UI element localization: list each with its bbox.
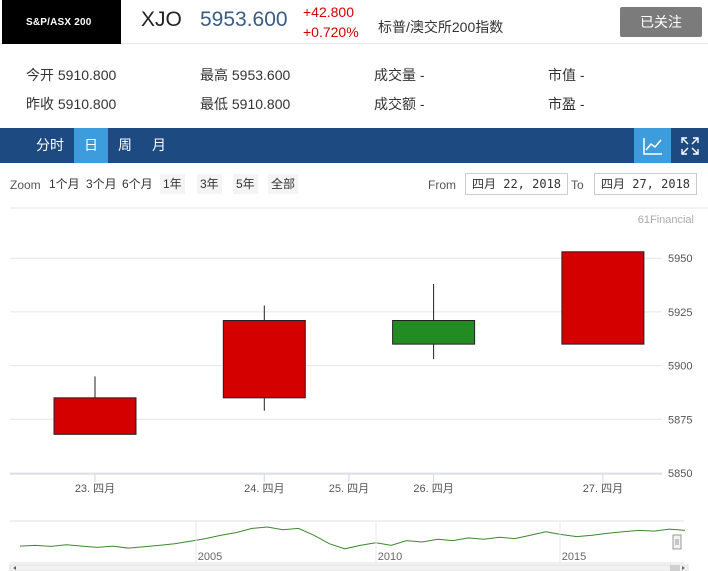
- navigator-label: 2010: [378, 551, 402, 563]
- y-tick-label: 5850: [668, 468, 692, 480]
- zoom-all-button[interactable]: 全部: [268, 174, 299, 194]
- stat-high: 最高 5953.600: [200, 67, 291, 83]
- zoom-3m-button[interactable]: 3个月: [83, 174, 120, 194]
- to-label: To: [571, 178, 584, 192]
- x-tick-label: 24. 四月: [244, 483, 284, 495]
- navigator-handle: [672, 534, 682, 550]
- quote-stats: 今开 5910.800 昨收 5910.800 最高 5953.600 最低 5…: [0, 44, 708, 128]
- follow-button[interactable]: 已关注: [620, 7, 702, 37]
- price-change-pct: +0.720%: [303, 24, 359, 40]
- candle-body: [561, 251, 645, 345]
- candle-body: [222, 320, 306, 399]
- chart-credit: 61Financial: [638, 214, 694, 226]
- navigator-label: 2015: [562, 551, 586, 563]
- stat-prev-close: 昨收 5910.800: [26, 96, 117, 112]
- stat-market-cap: 市值 -: [548, 67, 585, 83]
- stat-turnover: 成交额 -: [374, 96, 425, 112]
- zoom-5y-button[interactable]: 5年: [233, 174, 258, 194]
- candlestick-chart[interactable]: 5850 5875 5900 5925 5950 61Financial 23. 四月 24.…: [0, 205, 708, 571]
- from-date-input[interactable]: 四月 22, 2018: [465, 173, 569, 195]
- candle-body: [53, 397, 137, 435]
- zoom-6m-button[interactable]: 6个月: [119, 174, 156, 194]
- navigator-scrollbar-track: [9, 564, 689, 571]
- fullscreen-icon[interactable]: [671, 128, 708, 163]
- tab-monthly[interactable]: 月: [142, 128, 176, 163]
- to-date-input[interactable]: 四月 27, 2018: [594, 173, 698, 195]
- stat-open: 今开 5910.800: [26, 67, 117, 83]
- y-tick-label: 5950: [668, 253, 692, 265]
- navigator-scrollbar-thumb: [670, 565, 680, 571]
- zoom-3y-button[interactable]: 3年: [197, 174, 222, 194]
- index-name: 标普/澳交所200指数: [378, 19, 504, 35]
- x-tick-label: 26. 四月: [413, 483, 453, 495]
- y-tick-label: 5900: [668, 361, 692, 373]
- zoom-label: Zoom: [10, 178, 41, 192]
- candle-body: [392, 320, 476, 345]
- from-label: From: [428, 178, 456, 192]
- tab-intraday[interactable]: 分时: [26, 128, 74, 163]
- zoom-1y-button[interactable]: 1年: [160, 174, 185, 194]
- navigator-series-line: [19, 526, 686, 550]
- last-price: 5953.600: [200, 8, 288, 31]
- tab-daily[interactable]: 日: [74, 128, 108, 163]
- ticker-symbol: XJO: [141, 8, 182, 31]
- range-selector: Zoom 1个月 3个月 6个月 1年 3年 5年 全部 From 四月 22,…: [0, 170, 708, 198]
- quote-header: S&P/ASX 200 XJO 5953.600 +42.800 +0.720%…: [0, 0, 708, 44]
- stat-pe: 市盈 -: [548, 96, 585, 112]
- x-tick-label: 23. 四月: [75, 483, 115, 495]
- price-change: +42.800: [303, 4, 354, 20]
- period-tab-bar: 分时 日 周 月: [0, 128, 708, 163]
- y-tick-label: 5925: [668, 307, 692, 319]
- stat-volume: 成交量 -: [374, 67, 425, 83]
- index-logo: S&P/ASX 200: [2, 0, 121, 44]
- x-tick-label: 27. 四月: [583, 483, 623, 495]
- line-chart-icon[interactable]: [634, 128, 671, 163]
- stat-low: 最低 5910.800: [200, 96, 291, 112]
- navigator-label: 2005: [198, 551, 222, 563]
- zoom-1m-button[interactable]: 1个月: [46, 174, 83, 194]
- x-tick-label: 25. 四月: [329, 483, 369, 495]
- tab-weekly[interactable]: 周: [108, 128, 142, 163]
- y-tick-label: 5875: [668, 414, 692, 426]
